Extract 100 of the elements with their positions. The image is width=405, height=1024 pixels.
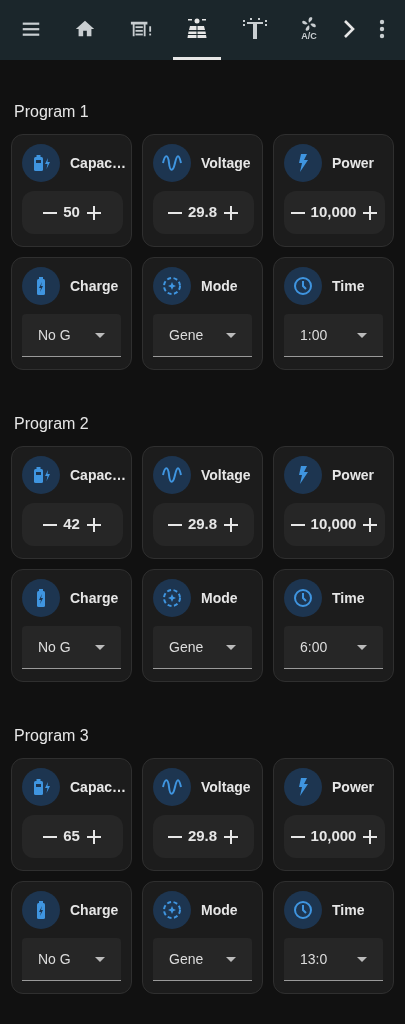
minus-icon [290,835,305,838]
sine-wave-icon [153,144,191,182]
card-label: Capac… [70,465,127,485]
minus-icon [43,835,58,838]
card-label: Power [332,153,374,173]
stepper-value: 29.8 [187,202,218,223]
minus-button[interactable] [167,211,182,214]
plus-button[interactable] [362,828,379,845]
card-label: Voltage [201,153,251,173]
caret-icon [95,332,105,338]
stepper-value: 10,000 [310,514,357,535]
minus-button[interactable] [43,211,58,214]
card-label: Power [332,465,374,485]
lightning-icon [284,144,322,182]
caret-icon [226,644,236,650]
battery-icon [22,267,60,305]
minus-button[interactable] [290,835,305,838]
mode-cycle-icon [153,891,191,929]
dropdown-field[interactable]: No G [22,314,121,357]
sine-wave-icon [153,768,191,806]
plus-button[interactable] [362,516,379,533]
card-label: Power [332,777,374,797]
plus-button[interactable] [223,828,240,845]
minus-button[interactable] [167,835,182,838]
plus-icon [223,204,240,221]
more-icon [378,18,385,39]
dropdown-field[interactable]: Gene [153,314,252,357]
lightning-icon [284,768,322,806]
minus-button[interactable] [43,523,58,526]
card-label: Charge [70,276,119,296]
card-label: Time [332,588,365,608]
stepper-value: 29.8 [187,514,218,535]
minus-button[interactable] [167,523,182,526]
battery-charging-icon [22,768,60,806]
mode-cycle-icon [153,267,191,305]
battery-charging-icon [22,456,60,494]
dropdown-field[interactable]: 1:00 [284,314,383,357]
section-title: Program 1 [13,102,90,122]
card-label: Time [332,276,365,296]
minus-icon [167,835,182,838]
caret-icon [95,956,105,962]
card-label: Time [332,900,365,920]
stepper-value: 29.8 [187,826,218,847]
plus-button[interactable] [362,204,379,221]
caret-icon [357,644,367,650]
card-label: Mode [201,900,238,920]
card-label: Voltage [201,777,251,797]
stepper-value: 50 [63,202,80,223]
dropdown-field[interactable]: 13:0 [284,938,383,981]
dropdown-field[interactable]: Gene [153,938,252,981]
minus-icon [290,523,305,526]
battery-charging-icon [22,144,60,182]
plus-icon [362,204,379,221]
dropdown-field[interactable]: No G [22,938,121,981]
minus-button[interactable] [290,523,305,526]
card-label: Capac… [70,153,127,173]
plus-icon [223,516,240,533]
section-title: Program 2 [13,414,90,434]
caret-icon [226,332,236,338]
minus-button[interactable] [43,835,58,838]
minus-button[interactable] [290,211,305,214]
caret-icon [95,644,105,650]
plus-icon [85,516,102,533]
caret-icon [226,956,236,962]
stepper-value: 10,000 [310,202,357,223]
dropdown-field[interactable]: 6:00 [284,626,383,669]
plus-button[interactable] [223,516,240,533]
ac-label: A/C [301,32,317,41]
tab[interactable]: A/C [288,0,331,60]
plus-button[interactable] [85,828,102,845]
minus-icon [167,211,182,214]
card-label: Charge [70,588,119,608]
minus-icon [43,211,58,214]
card-label: Capac… [70,777,127,797]
plus-icon [85,828,102,845]
stepper-value: 42 [63,514,80,535]
solar-panel-icon [185,16,210,41]
caret-icon [357,956,367,962]
minus-icon [167,523,182,526]
card-label: Voltage [201,465,251,485]
dropdown-field[interactable]: No G [22,626,121,669]
plus-icon [362,516,379,533]
plus-button[interactable] [85,204,102,221]
plus-button[interactable] [223,204,240,221]
clock-icon [284,267,322,305]
battery-icon [22,891,60,929]
dropdown-field[interactable]: Gene [153,626,252,669]
sine-wave-icon [153,456,191,494]
fan-icon [300,16,319,32]
plus-icon [223,828,240,845]
plus-icon [85,204,102,221]
minus-icon [43,523,58,526]
lightning-icon [284,456,322,494]
minus-icon [290,211,305,214]
card-label: Charge [70,900,119,920]
plus-button[interactable] [85,516,102,533]
mode-cycle-icon [153,579,191,617]
clock-icon [284,891,322,929]
plus-icon [362,828,379,845]
caret-icon [357,332,367,338]
